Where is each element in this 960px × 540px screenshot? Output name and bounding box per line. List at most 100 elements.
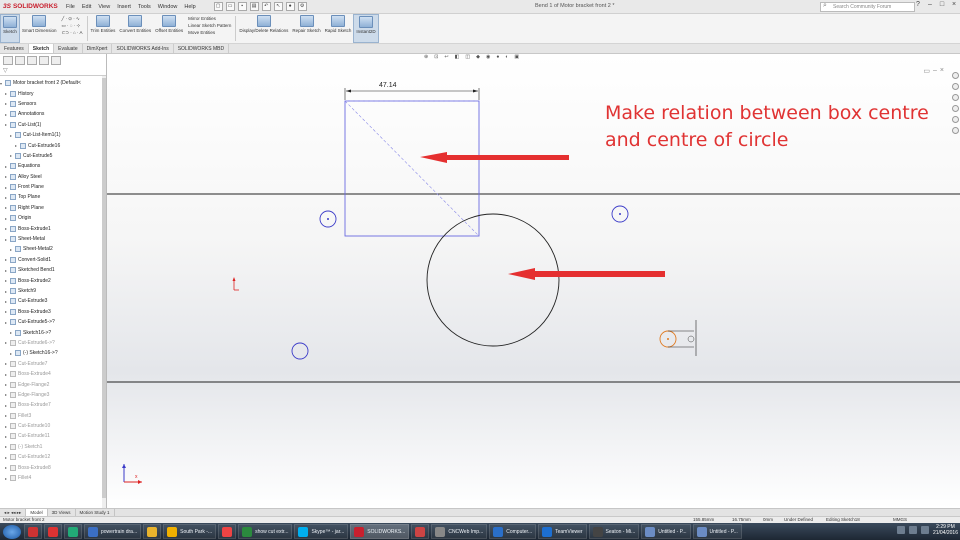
menu-item-help[interactable]: Help: [184, 4, 195, 10]
save-icon[interactable]: ▪: [237, 2, 247, 11]
trim-entities-button[interactable]: Trim Entities: [89, 14, 118, 43]
offset-entities-button[interactable]: Offset Entities: [153, 14, 185, 43]
taskbar-item[interactable]: show cut extr...: [238, 524, 293, 539]
tree-item[interactable]: ▸ Cut-Extrude16: [0, 140, 106, 150]
construction-diagonal[interactable]: [344, 100, 480, 237]
feature-manager-tab-icon[interactable]: [3, 56, 13, 65]
taskbar-item[interactable]: [44, 524, 62, 539]
tree-item[interactable]: ▸ Cut-Extrude5->?: [0, 317, 106, 327]
tab-evaluate[interactable]: Evaluate: [54, 44, 83, 53]
volume-icon[interactable]: [920, 526, 929, 534]
tree-item[interactable]: ▸ Sketched Bend1: [0, 265, 106, 275]
tree-item[interactable]: ▸ Boss-Extrude3: [0, 307, 106, 317]
filter-icon[interactable]: ▽: [3, 67, 8, 74]
options-icon[interactable]: ⚙: [297, 2, 307, 11]
maximize-icon[interactable]: □: [938, 1, 946, 8]
rebuild-icon[interactable]: ●: [285, 2, 295, 11]
taskbar-item[interactable]: [24, 524, 42, 539]
tree-item[interactable]: ▸ Front Plane: [0, 182, 106, 192]
tray-icon[interactable]: [896, 526, 905, 534]
tree-item[interactable]: ▸ Sketch9: [0, 286, 106, 296]
taskbar-item[interactable]: [218, 524, 237, 539]
tree-item[interactable]: ▸ Origin: [0, 213, 106, 223]
tree-item[interactable]: ▸ Sheet-Metal: [0, 234, 106, 244]
tab-sketch[interactable]: Sketch: [28, 44, 55, 53]
tree-item[interactable]: ▸ Edge-Flange3: [0, 390, 106, 400]
tree-scrollbar[interactable]: [102, 76, 106, 508]
tree-item[interactable]: ▸ Cut-Extrude7: [0, 359, 106, 369]
network-icon[interactable]: [908, 526, 917, 534]
print-icon[interactable]: ▤: [249, 2, 259, 11]
taskbar-item[interactable]: South Park -...: [163, 524, 217, 539]
tree-item[interactable]: ▸ Cut-Extrude10: [0, 421, 106, 431]
tree-item[interactable]: ▸ Cut-List(1): [0, 120, 106, 130]
model-tab-motion-study-1[interactable]: Motion Study 1: [76, 509, 115, 516]
taskbar-item[interactable]: Seaton - Mi...: [588, 524, 640, 539]
tab-scroll-arrows[interactable]: ◂ ▸ ◂◂ ▸▸: [0, 509, 27, 516]
select-icon[interactable]: ↖: [273, 2, 283, 11]
sketch-circle[interactable]: [426, 213, 560, 347]
rapid-sketch-button[interactable]: Rapid Sketch: [323, 14, 354, 43]
tree-item[interactable]: ▸ Cut-Extrude11: [0, 431, 106, 441]
taskbar-item[interactable]: [64, 524, 82, 539]
app-logo[interactable]: 3S SOLIDWORKS: [0, 1, 62, 13]
tree-item[interactable]: ▸ Boss-Extrude4: [0, 369, 106, 379]
sketch-button[interactable]: Sketch: [0, 14, 20, 43]
tree-item[interactable]: ▸ Annotations: [0, 109, 106, 119]
taskbar-item[interactable]: CNCWeb Imp...: [431, 524, 488, 539]
display-manager-tab-icon[interactable]: [51, 56, 61, 65]
relation-icon[interactable]: [687, 335, 695, 343]
taskbar-item[interactable]: [411, 524, 430, 539]
move-entities-button[interactable]: Move Entities: [188, 30, 231, 36]
taskbar-item[interactable]: Untitled - P...: [641, 524, 691, 539]
tree-item[interactable]: ▸ Boss-Extrude8: [0, 462, 106, 472]
tree-item[interactable]: ▸ Sketch16->?: [0, 327, 106, 337]
scroll-thumb[interactable]: [102, 78, 106, 498]
tab-solidworks-add-ins[interactable]: SOLIDWORKS Add-Ins: [112, 44, 174, 53]
minimize-icon[interactable]: –: [926, 1, 934, 8]
taskbar-item[interactable]: [143, 524, 162, 539]
tree-item[interactable]: ▸ Equations: [0, 161, 106, 171]
tab-dimxpert[interactable]: DimXpert: [83, 44, 113, 53]
graphics-area[interactable]: ⊕ ⊡ ↩ ◧ ◫ ◆ ◉ ● ◐ ▣ ▭ – × 47.14 x Make r…: [107, 54, 960, 508]
tree-item[interactable]: ▸ Top Plane: [0, 192, 106, 202]
line-tool[interactable]: ╱ · ⊙ · ∿: [62, 16, 83, 22]
menu-item-view[interactable]: View: [98, 4, 110, 10]
tree-item[interactable]: ▸ (-) Sketch16->?: [0, 348, 106, 358]
tree-item[interactable]: ▸ Convert-Solid1: [0, 255, 106, 265]
tab-solidworks-mbd[interactable]: SOLIDWORKS MBD: [174, 44, 230, 53]
tree-item[interactable]: ▸ Fillet4: [0, 473, 106, 483]
instant2d-button[interactable]: Instant2D: [353, 14, 379, 43]
tree-item[interactable]: ▸ Boss-Extrude7: [0, 400, 106, 410]
tree-root[interactable]: ▾ Motor bracket front 2 (Default<: [0, 78, 106, 88]
tree-item[interactable]: ▸ Sensors: [0, 99, 106, 109]
tree-item[interactable]: ▸ Sheet-Metal2: [0, 244, 106, 254]
dimension-value[interactable]: 47.14: [379, 82, 397, 89]
tree-item[interactable]: ▸ Edge-Flange2: [0, 379, 106, 389]
tree-item[interactable]: ▸ Right Plane: [0, 203, 106, 213]
taskbar-item[interactable]: Skype™ - jar...: [294, 524, 349, 539]
tree-item[interactable]: ▸ Cut-Extrude3: [0, 296, 106, 306]
dimxpert-tab-icon[interactable]: [39, 56, 49, 65]
menu-item-file[interactable]: File: [66, 4, 75, 10]
property-manager-tab-icon[interactable]: [15, 56, 25, 65]
hole-circle-left-bottom[interactable]: [291, 342, 309, 360]
taskbar-item[interactable]: Untitled - P...: [692, 524, 742, 539]
configuration-manager-tab-icon[interactable]: [27, 56, 37, 65]
help-icon[interactable]: ?: [914, 1, 922, 8]
linear-pattern-button[interactable]: Linear Sketch Pattern: [188, 23, 231, 29]
tree-item[interactable]: ▸ Cut-Extrude5: [0, 151, 106, 161]
menu-item-edit[interactable]: Edit: [82, 4, 91, 10]
tree-item[interactable]: ▸ Cut-List-Item1(1): [0, 130, 106, 140]
close-icon[interactable]: ×: [950, 1, 958, 8]
tree-item[interactable]: ▸ Alloy Steel: [0, 172, 106, 182]
slot-tool[interactable]: ⊂⊃ · ⌂ · A: [62, 30, 83, 36]
model-tab-3d-views[interactable]: 3D Views: [48, 509, 76, 516]
search-input[interactable]: Search Community Forum: [820, 2, 915, 12]
tree-item[interactable]: ▸ Boss-Extrude1: [0, 223, 106, 233]
tree-item[interactable]: ▸ Cut-Extrude12: [0, 452, 106, 462]
menu-item-insert[interactable]: Insert: [117, 4, 131, 10]
taskbar-item[interactable]: powertrain dra...: [84, 524, 142, 539]
open-icon[interactable]: ▭: [225, 2, 235, 11]
clock[interactable]: 2:29 PM 21/04/2016: [933, 524, 958, 536]
